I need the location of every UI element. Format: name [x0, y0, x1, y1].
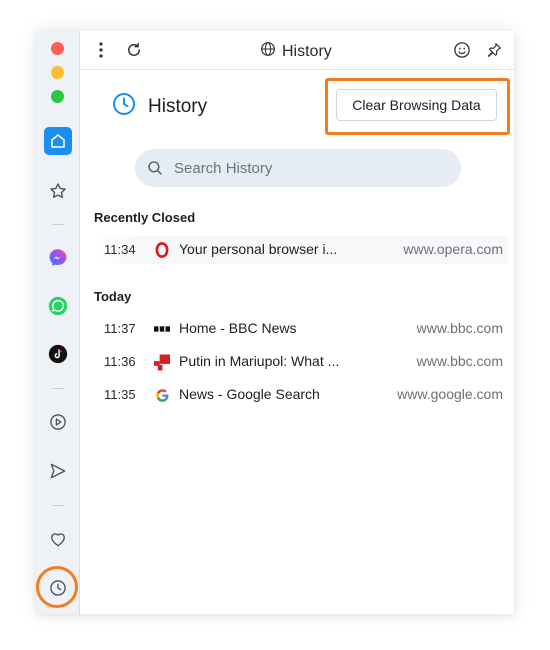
messenger-icon[interactable]: [44, 244, 72, 272]
globe-icon: [260, 41, 276, 62]
list-item[interactable]: 11:34 Your personal browser i... www.ope…: [94, 236, 508, 264]
emoji-icon[interactable]: [451, 39, 473, 61]
item-title: News - Google Search: [179, 386, 320, 402]
more-options-icon[interactable]: [90, 39, 112, 61]
list-item[interactable]: 11:35 News - Google Search www.google.co…: [94, 381, 508, 409]
bbc-icon: [154, 321, 170, 337]
google-icon: [154, 387, 170, 403]
bbc-news-red-icon: [154, 354, 170, 370]
page-title: History: [148, 96, 208, 117]
item-title: Your personal browser i...: [179, 241, 338, 257]
minimize-window-button[interactable]: [51, 66, 64, 79]
section-heading-recently-closed: Recently Closed: [94, 210, 196, 225]
list-item[interactable]: 11:36 Putin in Mariupol: What ... www.bb…: [94, 348, 508, 376]
send-icon[interactable]: [44, 457, 72, 485]
item-time: 11:37: [104, 321, 136, 336]
sidebar-divider: [52, 388, 64, 389]
pin-icon[interactable]: [483, 39, 505, 61]
item-domain: www.bbc.com: [416, 353, 503, 369]
tiktok-icon[interactable]: [44, 340, 72, 368]
heart-icon[interactable]: [44, 525, 72, 553]
whatsapp-icon[interactable]: [44, 292, 72, 320]
item-title: Putin in Mariupol: What ...: [179, 353, 340, 369]
star-icon[interactable]: [44, 177, 72, 205]
panel-toolbar: History: [80, 31, 514, 70]
item-time: 11:35: [104, 387, 136, 402]
opera-icon: [154, 242, 170, 258]
item-domain: www.opera.com: [403, 241, 503, 257]
section-heading-today: Today: [94, 289, 132, 304]
toolbar-title: History: [282, 42, 332, 60]
item-title: Home - BBC News: [179, 320, 297, 336]
close-window-button[interactable]: [51, 42, 64, 55]
player-icon[interactable]: [44, 408, 72, 436]
panel-title: History: [260, 41, 332, 62]
history-clock-icon: [112, 92, 136, 122]
search-icon: [146, 159, 164, 177]
search-input[interactable]: [172, 158, 436, 178]
sidebar-divider: [52, 224, 64, 225]
reload-icon[interactable]: [123, 39, 145, 61]
item-domain: www.google.com: [397, 386, 503, 402]
home-icon[interactable]: [44, 127, 72, 155]
maximize-window-button[interactable]: [51, 90, 64, 103]
clear-browsing-data-button[interactable]: Clear Browsing Data: [336, 89, 497, 121]
item-time: 11:34: [104, 242, 136, 257]
list-item[interactable]: 11:37 Home - BBC News www.bbc.com: [94, 315, 508, 343]
sidebar-divider: [52, 505, 64, 506]
sidebar: [36, 31, 80, 614]
highlight-ring: [36, 566, 78, 608]
search-bar[interactable]: [135, 149, 461, 187]
page-header: History: [112, 92, 207, 122]
item-domain: www.bbc.com: [416, 320, 503, 336]
item-time: 11:36: [104, 354, 136, 369]
